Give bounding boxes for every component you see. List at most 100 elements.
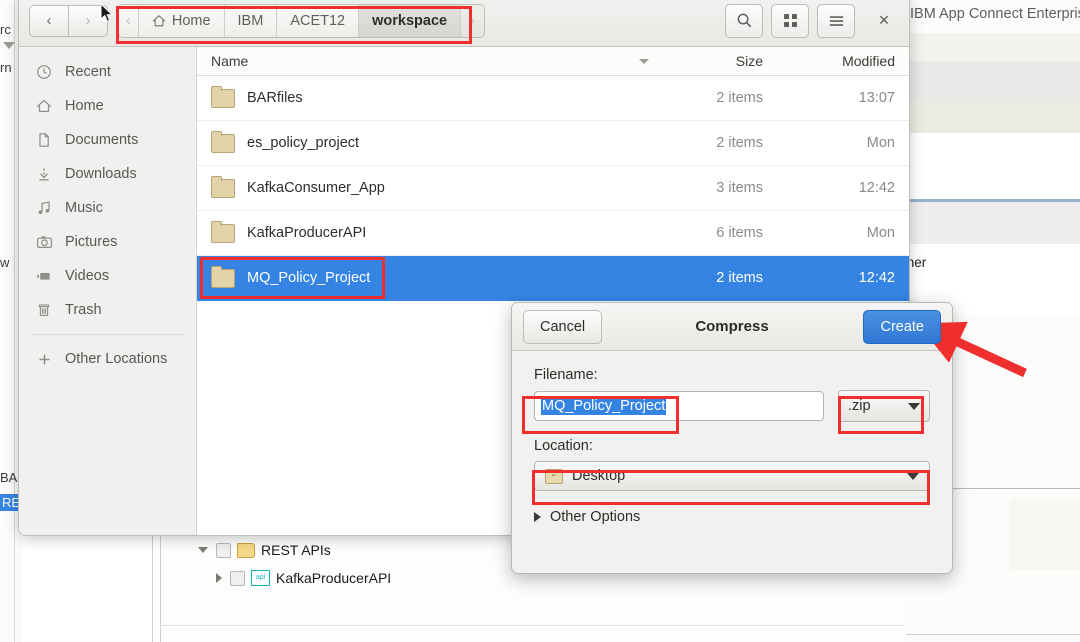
search-icon [736,12,753,29]
other-options-toggle[interactable]: Other Options [534,509,930,525]
file-modified-cell: 12:42 [775,270,909,286]
plus-icon [35,352,53,367]
sidebar-item-label: Downloads [65,166,137,182]
extension-select-value: .zip [848,398,871,414]
navigation-buttons: ‹ › [29,5,108,37]
sidebar-item-label: Recent [65,64,111,80]
table-row[interactable]: KafkaProducerAPI 6 items Mon [197,211,909,256]
document-icon [35,132,53,148]
file-manager-toolbar: × [725,4,899,38]
breadcrumb-scroll-right[interactable]: › [461,5,484,37]
file-name-cell: MQ_Policy_Project [197,269,657,288]
file-modified-cell: 12:42 [775,180,909,196]
dialog-header: Cancel Compress Create [512,303,952,351]
chevron-down-icon [908,403,920,410]
breadcrumb-item-acet12[interactable]: ACET12 [277,5,359,37]
sidebar-item-label: Trash [65,302,102,318]
sidebar-item-downloads[interactable]: Downloads [19,157,196,191]
background-text-fragment: rc [0,22,11,37]
tree-item-label: KafkaProducerAPI [276,570,391,586]
folder-icon [211,134,235,153]
home-icon [35,98,53,114]
column-header-name-label: Name [211,53,248,69]
sidebar-item-music[interactable]: Music [19,191,196,225]
background-divider [152,520,153,642]
chevron-right-icon: › [470,13,475,29]
breadcrumb-item-workspace[interactable]: workspace [359,5,461,37]
filename-row: MQ_Policy_Project .zip [534,390,930,422]
chevron-down-icon [3,42,15,49]
file-size-cell: 2 items [657,90,775,106]
file-name-label: BARfiles [247,90,303,106]
file-modified-cell: Mon [775,135,909,151]
tree-item-rest-apis[interactable]: REST APIs [198,542,331,558]
breadcrumb-label: ACET12 [290,13,345,29]
tree-item-kafkaproducerapi[interactable]: api KafkaProducerAPI [216,570,391,586]
checkbox[interactable] [216,543,231,558]
sidebar-item-label: Documents [65,132,138,148]
expand-arrow-icon[interactable] [216,573,222,583]
file-name-cell: BARfiles [197,89,657,108]
desktop-folder-icon: ▪▫ [545,469,563,484]
checkbox[interactable] [230,571,245,586]
music-note-icon [35,200,53,216]
table-row[interactable]: BARfiles 2 items 13:07 [197,76,909,121]
file-modified-cell: Mon [775,225,909,241]
table-row[interactable]: KafkaConsumer_App 3 items 12:42 [197,166,909,211]
breadcrumb-item-home[interactable]: Home [139,5,225,37]
sidebar-item-home[interactable]: Home [19,89,196,123]
file-size-cell: 2 items [657,135,775,151]
folder-open-icon [237,543,255,558]
column-header-name[interactable]: Name [197,53,657,69]
grid-view-icon [783,13,798,28]
sidebar-item-videos[interactable]: Videos [19,259,196,293]
other-options-label: Other Options [550,509,640,525]
background-strip [906,99,1080,133]
compress-dialog: Cancel Compress Create Filename: MQ_Poli… [511,302,953,574]
file-name-cell: KafkaProducerAPI [197,224,657,243]
background-text-fragment: rn [0,60,12,75]
grid-view-button[interactable] [771,4,809,38]
background-divider [14,0,15,642]
menu-button[interactable] [817,4,855,38]
chevron-left-icon: ‹ [126,13,131,29]
table-row-selected[interactable]: MQ_Policy_Project 2 items 12:42 [197,256,909,301]
sidebar-item-documents[interactable]: Documents [19,123,196,157]
download-icon [35,166,53,182]
location-select[interactable]: ▪▫ Desktop [534,461,930,491]
sidebar-item-pictures[interactable]: Pictures [19,225,196,259]
search-button[interactable] [725,4,763,38]
close-button[interactable]: × [869,6,899,36]
sidebar-item-recent[interactable]: Recent [19,55,196,89]
file-name-label: KafkaConsumer_App [247,180,385,196]
column-header-modified[interactable]: Modified [775,53,909,69]
cancel-button[interactable]: Cancel [523,310,602,344]
filename-input-value: MQ_Policy_Project [541,397,666,415]
breadcrumb-item-ibm[interactable]: IBM [225,5,278,37]
table-row[interactable]: es_policy_project 2 items Mon [197,121,909,166]
sidebar-item-label: Music [65,200,103,216]
sidebar-divider [31,334,184,335]
column-header-size[interactable]: Size [657,53,775,69]
back-button[interactable]: ‹ [29,5,68,37]
chevron-left-icon: ‹ [47,12,52,29]
filename-input[interactable]: MQ_Policy_Project [534,391,824,421]
extension-select[interactable]: .zip [838,390,930,422]
tree-item-label: REST APIs [261,542,331,558]
sidebar-item-label: Home [65,98,104,114]
ide-window-title: IBM App Connect Enterprise [910,6,1080,22]
breadcrumb-label: IBM [238,13,264,29]
breadcrumb-label: Home [172,13,211,29]
sidebar-item-label: Other Locations [65,351,167,367]
folder-icon [211,179,235,198]
mouse-cursor [100,3,114,23]
background-text-fragment: w [0,255,9,270]
camera-icon [35,234,53,250]
sidebar-item-trash[interactable]: Trash [19,293,196,327]
create-button[interactable]: Create [863,310,941,344]
expand-arrow-icon[interactable] [198,547,208,553]
breadcrumb-scroll-left[interactable]: ‹ [119,5,139,37]
background-block [1010,500,1080,570]
close-icon: × [879,10,890,31]
sidebar-item-other-locations[interactable]: Other Locations [19,342,196,376]
